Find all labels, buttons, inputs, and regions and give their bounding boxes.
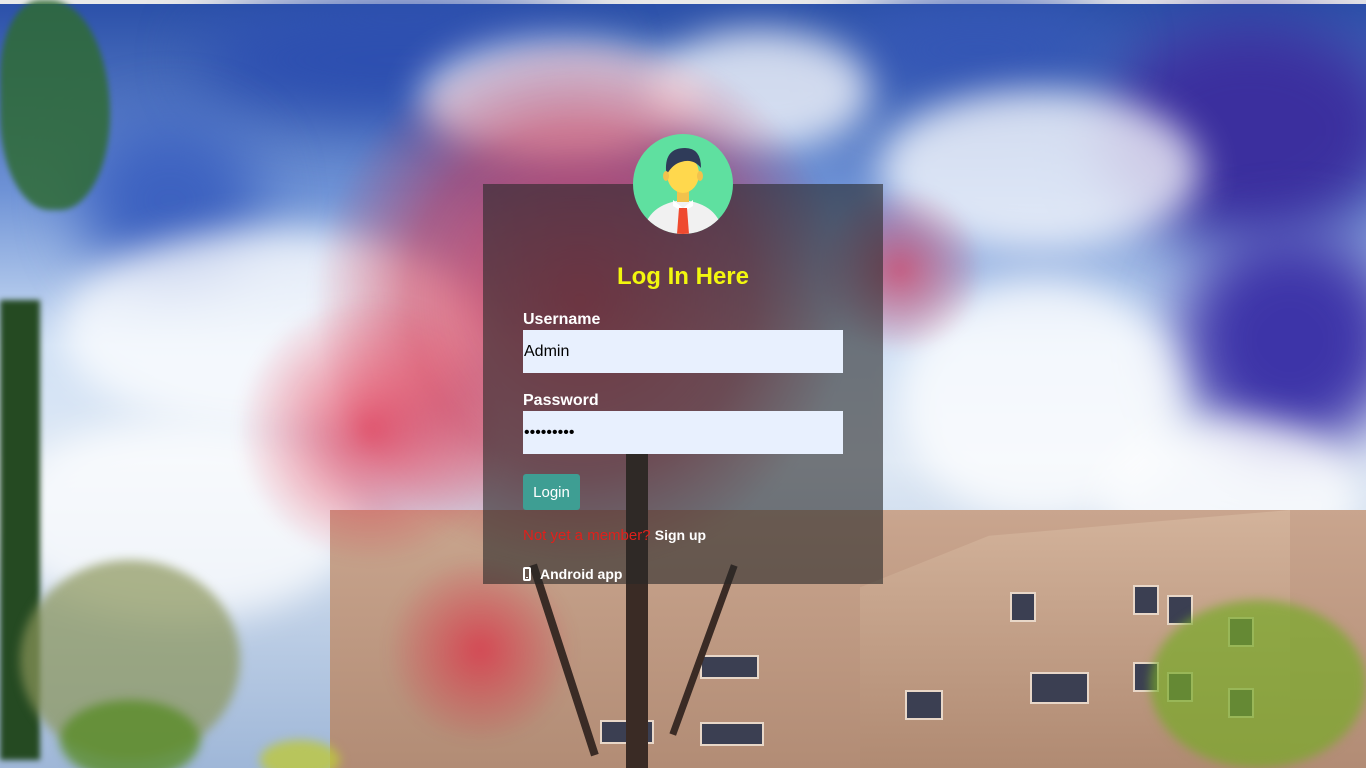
android-app-label: Android app: [540, 566, 623, 582]
user-avatar-icon: [633, 134, 733, 234]
password-label: Password: [523, 392, 599, 409]
signup-link[interactable]: Sign up: [655, 527, 706, 543]
login-button[interactable]: Login: [523, 474, 580, 510]
login-title: Log In Here: [616, 263, 749, 290]
username-label: Username: [523, 311, 601, 328]
login-panel: [483, 184, 883, 584]
password-input[interactable]: •••••••••: [523, 411, 843, 454]
signup-row: Not yet a member? Sign up: [523, 527, 706, 544]
signup-prompt: Not yet a member?: [523, 527, 651, 544]
android-app-link[interactable]: Android app: [523, 566, 622, 582]
mobile-phone-icon: [523, 567, 531, 581]
username-input[interactable]: Admin: [523, 330, 843, 373]
top-strip: [0, 0, 1366, 4]
